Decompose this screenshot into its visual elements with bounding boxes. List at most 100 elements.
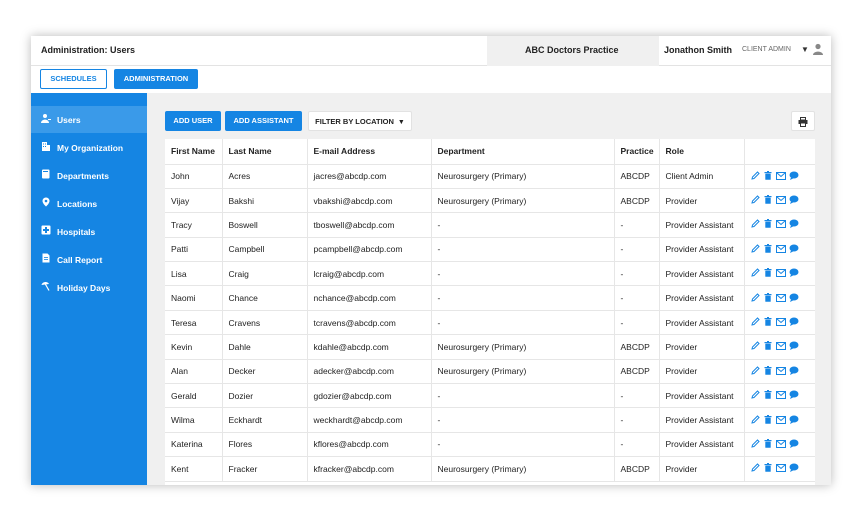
filter-by-location-dropdown[interactable]: FILTER BY LOCATION ▼ (308, 111, 412, 131)
column-header-department[interactable]: Department (431, 139, 615, 165)
trash-icon[interactable] (762, 268, 775, 279)
edit-icon[interactable] (749, 317, 762, 328)
trash-icon[interactable] (762, 414, 775, 426)
email-icon[interactable] (775, 318, 788, 328)
table-row[interactable]: John Acres jacres@abcdp.com Neurosurgery (P… (165, 164, 815, 189)
email-icon[interactable] (775, 391, 788, 401)
role-cell: Provider Assistant (659, 285, 745, 311)
chat-icon[interactable] (788, 341, 801, 352)
trash-icon[interactable] (762, 219, 775, 230)
sidebar-item-holiday-days[interactable]: Holiday Days (31, 274, 147, 301)
first-name-cell: Lisa (165, 261, 223, 287)
table-row[interactable]: Katerina Flores kflores@abcdp.com - - Provide… (165, 432, 815, 458)
chat-icon[interactable] (788, 390, 801, 401)
sidebar-item-call-report[interactable]: Call Report (31, 246, 147, 273)
role-cell: Client Admin (659, 164, 745, 189)
last-name-cell: Boswell (222, 212, 308, 238)
column-header-role[interactable]: Role (659, 139, 745, 165)
column-header-first-name[interactable]: First Name (165, 139, 223, 165)
email-icon[interactable] (775, 220, 788, 230)
sidebar-item-users[interactable]: Users (31, 106, 147, 133)
trash-icon[interactable] (762, 170, 775, 182)
tab-schedules[interactable]: SCHEDULES (40, 69, 107, 89)
trash-icon[interactable] (762, 292, 775, 304)
edit-icon[interactable] (749, 414, 762, 426)
trash-icon[interactable] (762, 463, 775, 474)
chat-icon[interactable] (788, 268, 801, 279)
email-icon[interactable] (775, 269, 788, 279)
role-cell: Provider Assistant (659, 261, 745, 287)
role-cell: Provider (659, 359, 745, 385)
user-avatar-icon[interactable] (812, 43, 824, 55)
email-icon[interactable] (775, 293, 788, 304)
chat-icon[interactable] (788, 366, 801, 377)
edit-icon[interactable] (749, 219, 762, 230)
main-tabs: SCHEDULES ADMINISTRATION (31, 66, 831, 93)
chat-icon[interactable] (788, 219, 801, 230)
table-row[interactable]: Tracy Boswell tboswell@abcdp.com - - Provider… (165, 212, 815, 238)
sidebar: Users My Organization Departments Locati… (31, 93, 147, 485)
sidebar-item-locations[interactable]: Locations (31, 190, 147, 217)
column-header-practice[interactable]: Practice (614, 139, 660, 165)
add-user-button[interactable]: ADD USER (165, 111, 221, 131)
table-row[interactable]: Teresa Cravens tcravens@abcdp.com - - Provide… (165, 310, 815, 336)
table-row[interactable]: Lisa Craig lcraig@abcdp.com - - Provider Assi… (165, 261, 815, 287)
column-header-email[interactable]: E-mail Address (307, 139, 432, 165)
chat-icon[interactable] (788, 293, 801, 304)
trash-icon[interactable] (762, 243, 775, 255)
table-row[interactable]: Kevin Dahle kdahle@abcdp.com Neurosurgery (… (165, 334, 815, 360)
table-row[interactable]: Naomi Chance nchance@abcdp.com - - Provider A… (165, 285, 815, 311)
email-icon[interactable] (775, 171, 788, 182)
trash-icon[interactable] (762, 341, 775, 352)
chat-icon[interactable] (788, 317, 801, 328)
table-row[interactable]: Vijay Bakshi vbakshi@abcdp.com Neurosurgery… (165, 188, 815, 214)
edit-icon[interactable] (749, 195, 762, 206)
table-row[interactable]: Alan Decker adecker@abcdp.com Neurosurgery … (165, 359, 815, 385)
email-icon[interactable] (775, 439, 788, 450)
practice-cell: ABCDP (614, 359, 660, 385)
first-name-cell: Kevin (165, 334, 223, 360)
chevron-down-icon[interactable]: ▼ (801, 45, 809, 54)
chat-icon[interactable] (788, 244, 801, 255)
chat-icon[interactable] (788, 439, 801, 450)
edit-icon[interactable] (749, 390, 762, 401)
email-icon[interactable] (775, 196, 788, 206)
trash-icon[interactable] (762, 317, 775, 328)
edit-icon[interactable] (749, 268, 762, 279)
column-header-last-name[interactable]: Last Name (222, 139, 308, 165)
email-icon[interactable] (775, 415, 788, 426)
email-icon[interactable] (775, 366, 788, 377)
table-row[interactable]: Kent Fracker kfracker@abcdp.com Neurosurger… (165, 456, 815, 482)
chat-icon[interactable] (788, 195, 801, 206)
edit-icon[interactable] (749, 292, 762, 304)
sidebar-item-hospitals[interactable]: Hospitals (31, 218, 147, 245)
edit-icon[interactable] (749, 463, 762, 474)
trash-icon[interactable] (762, 365, 775, 377)
chat-icon[interactable] (788, 171, 801, 182)
edit-icon[interactable] (749, 170, 762, 182)
trash-icon[interactable] (762, 438, 775, 450)
chat-icon[interactable] (788, 415, 801, 426)
sidebar-item-departments[interactable]: Departments (31, 162, 147, 189)
sidebar-item-my-organization[interactable]: My Organization (31, 134, 147, 161)
practice-selector[interactable]: ABC Doctors Practice (487, 36, 659, 66)
edit-icon[interactable] (749, 439, 762, 450)
edit-icon[interactable] (749, 366, 762, 377)
email-icon[interactable] (775, 342, 788, 352)
add-assistant-button[interactable]: ADD ASSISTANT (225, 111, 302, 131)
tab-administration[interactable]: ADMINISTRATION (114, 69, 198, 89)
table-row[interactable]: Patti Campbell pcampbell@abcdp.com - - Provid… (165, 237, 815, 263)
edit-icon[interactable] (749, 341, 762, 352)
edit-icon[interactable] (749, 244, 762, 255)
print-button[interactable] (791, 111, 815, 131)
email-icon[interactable] (775, 464, 788, 474)
trash-icon[interactable] (762, 195, 775, 206)
trash-icon[interactable] (762, 390, 775, 401)
table-row[interactable]: Wilma Eckhardt weckhardt@abcdp.com - - Provid… (165, 407, 815, 433)
chat-icon[interactable] (788, 463, 801, 474)
email-cell: adecker@abcdp.com (307, 359, 432, 385)
table-row[interactable]: Gerald Dozier gdozier@abcdp.com - - Provider … (165, 383, 815, 409)
user-name[interactable]: Jonathon Smith (664, 45, 732, 55)
row-actions (744, 188, 815, 214)
email-icon[interactable] (775, 244, 788, 255)
